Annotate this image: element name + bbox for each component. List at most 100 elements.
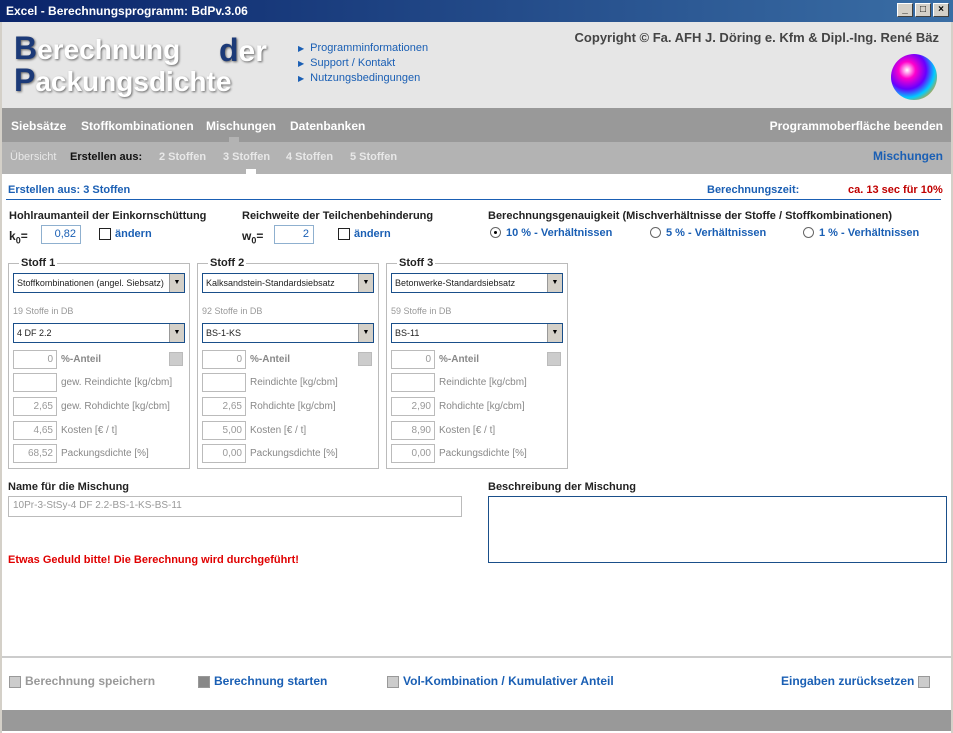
link-support[interactable]: ▶ Support / Kontakt [298,57,428,69]
value-box: 2,65 [202,397,246,416]
vol-combination-button[interactable]: Vol-Kombination / Kumulativer Anteil [387,674,614,688]
maximize-button[interactable]: □ [915,3,931,17]
logo-cap-p: P [14,62,36,98]
precision-1-label[interactable]: 1 % - Verhältnissen [819,227,919,239]
section-divider [6,199,941,200]
item-select[interactable]: BS-11 ▼ [391,323,563,343]
database-select[interactable]: Betonwerke-Standardsiebsatz ▼ [391,273,563,293]
note-icon[interactable] [358,352,372,366]
window-title: Excel - Berechnungsprogramm: BdPv.3.06 [6,4,248,18]
stoff-panel-1: Stoff 1 Stoffkombinationen (angel. Siebs… [8,257,190,469]
logo-word-1: erechnung [37,34,181,65]
db-count: 59 Stoffe in DB [391,306,452,316]
save-icon [9,675,21,688]
k0-input[interactable]: 0,82 [41,225,81,244]
link-terms[interactable]: ▶ Nutzungsbedingungen [298,72,428,84]
value-box: 8,90 [391,421,435,440]
document-icon [387,675,399,688]
close-button[interactable]: × [933,3,949,17]
value-box: 2,90 [391,397,435,416]
logo-cap-b: B [14,30,38,66]
info-links: ▶ Programminformationen ▶ Support / Kontak… [298,42,428,87]
mix-name-input[interactable]: 10Pr-3-StSy-4 DF 2.2-BS-1-KS-BS-11 [8,496,462,517]
row-label: Packungsdichte [%] [250,448,338,459]
stoff-panel-2: Stoff 2 Kalksandstein-Standardsiebsatz ▼ … [197,257,379,469]
genauigkeit-label: Berechnungsgenauigkeit (Mischverhältniss… [488,210,893,222]
item-select[interactable]: 4 DF 2.2 ▼ [13,323,185,343]
database-select[interactable]: Stoffkombinationen (angel. Siebsatz) ▼ [13,273,185,293]
row-label: Rohdichte [kg/cbm] [439,401,525,412]
row-label: Kosten [€ / t] [61,425,118,436]
copyright: Copyright © Fa. AFH J. Döring e. Kfm & D… [574,30,939,45]
anteil-input[interactable]: 0 [391,350,435,369]
stoff-title: Stoff 3 [397,257,436,269]
w0-input[interactable]: 2 [274,225,314,244]
nav-stoffkombinationen[interactable]: Stoffkombinationen [81,119,194,133]
item-select[interactable]: BS-1-KS ▼ [202,323,374,343]
value-box: 2,65 [13,397,57,416]
row-label: gew. Reindichte [kg/cbm] [61,377,173,388]
precision-5-radio[interactable] [650,227,661,238]
row-label: Kosten [€ / t] [439,425,496,436]
stoff-title: Stoff 1 [19,257,58,269]
precision-10-label[interactable]: 10 % - Verhältnissen [506,227,612,239]
precision-10-radio[interactable] [490,227,501,238]
row-label: Reindichte [kg/cbm] [439,377,527,388]
nav-datenbanken[interactable]: Datenbanken [290,119,365,133]
subnav-5-stoffen[interactable]: 5 Stoffen [350,151,397,163]
link-programminfo[interactable]: ▶ Programminformationen [298,42,428,54]
k0-change-label[interactable]: ändern [115,228,152,240]
precision-5-label[interactable]: 5 % - Verhältnissen [666,227,766,239]
k0-symbol: k0= [9,229,28,246]
note-icon[interactable] [547,352,561,366]
row-label: %-Anteil [439,354,479,365]
subnav-4-stoffen[interactable]: 4 Stoffen [286,151,333,163]
stoff-panel-3: Stoff 3 Betonwerke-Standardsiebsatz ▼ 59 … [386,257,568,469]
section-title: Erstellen aus: 3 Stoffen [8,184,131,196]
database-select[interactable]: Kalksandstein-Standardsiebsatz ▼ [202,273,374,293]
stoff-title: Stoff 2 [208,257,247,269]
row-label: Packungsdichte [%] [439,448,527,459]
nav-siebsaetze[interactable]: Siebsätze [11,119,66,133]
w0-change-checkbox[interactable] [338,228,350,240]
row-label: Packungsdichte [%] [61,448,149,459]
note-icon[interactable] [169,352,183,366]
value-box: 4,65 [13,421,57,440]
value-box: 0,00 [202,444,246,463]
reset-inputs-button[interactable]: Eingaben zurücksetzen [781,674,931,688]
subnav-2-stoffen[interactable]: 2 Stoffen [159,151,206,163]
undo-icon [918,675,931,688]
row-label: %-Anteil [61,354,101,365]
play-icon [198,675,210,688]
k0-change-checkbox[interactable] [99,228,111,240]
anteil-input[interactable]: 0 [13,350,57,369]
chevron-down-icon: ▼ [169,324,184,342]
footer-bar [2,710,951,731]
subnav-3-stoffen[interactable]: 3 Stoffen [223,151,270,163]
row-label: gew. Rohdichte [kg/cbm] [61,401,170,412]
value-box: 68,52 [13,444,57,463]
header: Berechnung der Packungsdichte ▶ Programmi… [2,22,951,108]
exit-program-button[interactable]: Programmoberfläche beenden [770,119,943,133]
minimize-button[interactable]: _ [897,3,913,17]
sub-nav: Übersicht Erstellen aus: 2 Stoffen 3 Sto… [2,142,951,174]
row-label: Reindichte [kg/cbm] [250,377,338,388]
save-calc-button[interactable]: Berechnung speichern [9,674,155,688]
action-bar-divider [2,656,951,658]
w0-change-label[interactable]: ändern [354,228,391,240]
arrow-icon: ▶ [298,74,305,83]
subnav-overview[interactable]: Übersicht [10,151,56,163]
arrow-icon: ▶ [298,44,305,53]
w0-symbol: w0= [242,229,264,246]
value-box: 0,00 [391,444,435,463]
row-label: Kosten [€ / t] [250,425,307,436]
nav-mischungen[interactable]: Mischungen [206,119,276,133]
precision-1-radio[interactable] [803,227,814,238]
brand-sphere-icon [891,54,937,100]
main-nav: Siebsätze Stoffkombinationen Mischungen … [2,108,951,142]
mix-desc-textarea[interactable] [488,496,947,563]
logo-word-2: ackungsdichte [35,66,232,97]
start-calc-button[interactable]: Berechnung starten [198,674,327,688]
anteil-input[interactable]: 0 [202,350,246,369]
subnav-active-marker [246,169,256,174]
